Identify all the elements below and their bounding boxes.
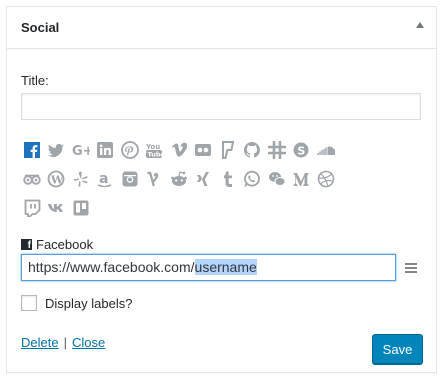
whatsapp-icon[interactable] (242, 169, 263, 190)
icon-row (21, 195, 423, 221)
vimeo-icon[interactable] (168, 140, 189, 161)
wordpress-icon[interactable]: W (46, 169, 67, 190)
action-separator: | (63, 335, 67, 350)
vine-icon[interactable] (144, 169, 165, 190)
medium-icon[interactable] (291, 169, 312, 190)
widget-title: Social (21, 20, 60, 35)
google-plus-icon[interactable]: G+ (70, 140, 91, 161)
widget-header[interactable]: Social (7, 7, 436, 49)
widget-control-actions: Delete | Close (21, 335, 105, 350)
svg-text:W: W (50, 174, 64, 187)
title-input[interactable] (21, 93, 421, 120)
network-label-text: Facebook (36, 237, 94, 252)
close-link[interactable]: Close (72, 335, 105, 350)
flickr-icon[interactable] (193, 140, 214, 161)
tumblr-icon[interactable] (217, 169, 238, 190)
display-labels-checkbox[interactable] (21, 295, 37, 311)
yelp-icon[interactable] (70, 169, 91, 190)
title-label: Title: (21, 73, 49, 88)
soundcloud-icon[interactable] (315, 140, 336, 161)
svg-text:S: S (297, 145, 305, 158)
social-widget: Social Title: G+ You Tube S Wa f Facebook ht… (6, 6, 437, 373)
github-icon[interactable] (242, 140, 263, 161)
delete-link[interactable]: Delete (21, 335, 59, 350)
linkedin-icon[interactable] (95, 140, 116, 161)
skype-icon[interactable]: S (291, 140, 312, 161)
network-label: f Facebook (21, 237, 93, 252)
url-prefix: https://www.facebook.com/ (28, 259, 195, 275)
reorder-handle-icon[interactable] (401, 258, 421, 278)
reddit-icon[interactable] (168, 169, 189, 190)
foursquare-icon[interactable] (217, 140, 238, 161)
pinterest-icon[interactable] (119, 140, 140, 161)
profile-url-input[interactable]: https://www.facebook.com/username (21, 254, 396, 281)
vk-icon[interactable] (46, 198, 67, 219)
twitch-icon[interactable] (21, 198, 42, 219)
icon-row: Wa (21, 166, 423, 192)
display-labels-text: Display labels? (45, 295, 133, 311)
wechat-icon[interactable] (266, 169, 287, 190)
facebook-small-icon: f (21, 239, 32, 251)
save-button[interactable]: Save (372, 334, 423, 364)
icon-row: G+ You Tube S (21, 137, 423, 163)
svg-text:G+: G+ (72, 144, 90, 159)
url-selected-text: username (194, 259, 257, 275)
facebook-icon[interactable] (21, 140, 42, 161)
display-labels-row[interactable]: Display labels? (21, 295, 132, 311)
instagram-icon[interactable] (119, 169, 140, 190)
collapse-arrow-icon[interactable] (416, 22, 424, 28)
svg-text:a: a (99, 171, 108, 187)
amazon-icon[interactable]: a (95, 169, 116, 190)
social-icons-grid: G+ You Tube S Wa (21, 137, 423, 224)
tripadvisor-icon[interactable] (21, 169, 42, 190)
slack-icon[interactable] (266, 140, 287, 161)
twitter-icon[interactable] (46, 140, 67, 161)
trello-icon[interactable] (70, 198, 91, 219)
xing-icon[interactable] (193, 169, 214, 190)
youtube-icon[interactable]: You Tube (144, 140, 165, 161)
svg-text:Tube: Tube (148, 151, 164, 159)
dribbble-icon[interactable] (315, 169, 336, 190)
